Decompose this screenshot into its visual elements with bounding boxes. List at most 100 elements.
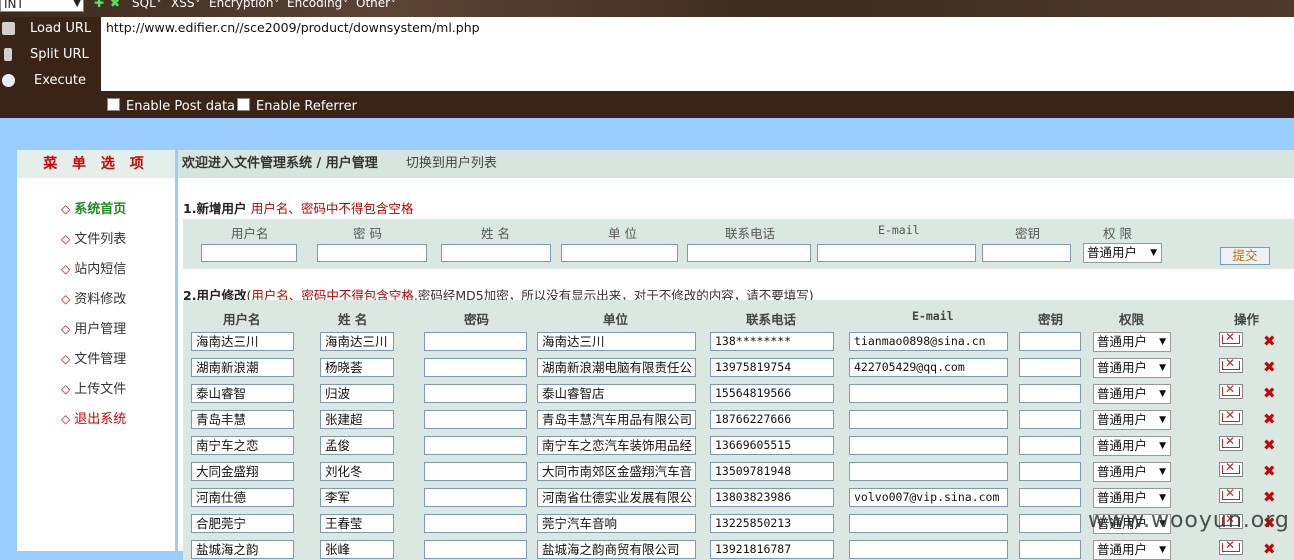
submit-button[interactable]: 提交 — [1220, 247, 1270, 265]
new-phone-input[interactable] — [687, 244, 811, 262]
email-field[interactable]: tianmao0898@sina.cn — [849, 332, 1008, 351]
key-field[interactable] — [1019, 332, 1081, 351]
new-unit-input[interactable] — [561, 244, 678, 262]
send-mail-icon[interactable] — [1219, 462, 1243, 477]
unit-field[interactable]: 莞宁汽车音响 — [537, 514, 696, 533]
delete-icon[interactable]: ✖ — [1263, 332, 1276, 350]
password-field[interactable] — [424, 514, 527, 533]
password-field[interactable] — [424, 462, 527, 481]
checkbox-box[interactable] — [107, 98, 120, 111]
role-select[interactable]: 普通用户 ▼ — [1093, 540, 1171, 560]
unit-field[interactable]: 盐城海之韵商贸有限公司 — [537, 540, 696, 559]
realname-field[interactable]: 孟俊 — [320, 436, 394, 455]
sidebar-item-file-list[interactable]: ◇ 文件列表 — [61, 228, 126, 247]
username-field[interactable]: 大同金盛翔 — [191, 462, 294, 481]
url-textarea[interactable]: http://www.edifier.cn//sce2009/product/d… — [101, 17, 1294, 91]
role-select[interactable]: 普通用户 ▼ — [1093, 488, 1171, 508]
role-select[interactable]: 普通用户 ▼ — [1093, 436, 1171, 456]
send-mail-icon[interactable] — [1219, 332, 1243, 347]
delete-icon[interactable]: ✖ — [1263, 384, 1276, 402]
new-password-input[interactable] — [317, 244, 427, 262]
encoding-type-select[interactable]: INT ▼ — [0, 0, 84, 12]
delete-icon[interactable]: ✖ — [1263, 540, 1276, 558]
phone-field[interactable]: 13669605515 — [710, 436, 834, 455]
enable-referrer-checkbox[interactable]: Enable Referrer — [237, 98, 357, 114]
phone-field[interactable]: 13975819754 — [710, 358, 834, 377]
unit-field[interactable]: 大同市南郊区金盛翔汽车音 — [537, 462, 696, 481]
username-field[interactable]: 泰山睿智 — [191, 384, 294, 403]
sidebar-item-file-manage[interactable]: ◇ 文件管理 — [61, 348, 126, 367]
key-field[interactable] — [1019, 436, 1081, 455]
email-field[interactable]: volvo007@vip.sina.com — [849, 488, 1008, 507]
role-select[interactable]: 普通用户 ▼ — [1093, 358, 1171, 378]
realname-field[interactable]: 刘化冬 — [320, 462, 394, 481]
send-mail-icon[interactable] — [1219, 410, 1243, 425]
phone-field[interactable]: 13921816787 — [710, 540, 834, 559]
split-url-button[interactable]: Split URL — [0, 44, 100, 68]
sidebar-item-users[interactable]: ◇ 用户管理 — [61, 318, 126, 337]
username-field[interactable]: 合肥莞宁 — [191, 514, 294, 533]
delete-icon[interactable]: ✖ — [1263, 488, 1276, 506]
email-field[interactable]: 422705429@qq.com — [849, 358, 1008, 377]
username-field[interactable]: 湖南新浪潮 — [191, 358, 294, 377]
password-field[interactable] — [424, 332, 527, 351]
phone-field[interactable]: 138******** — [710, 332, 834, 351]
unit-field[interactable]: 湖南新浪潮电脑有限责任公 — [537, 358, 696, 377]
email-field[interactable] — [849, 514, 1008, 533]
enable-post-checkbox[interactable]: Enable Post data — [107, 98, 235, 114]
new-role-select[interactable]: 普通用户 ▼ — [1083, 243, 1162, 263]
increase-icon[interactable]: ✚ — [94, 0, 104, 10]
menu-encryption[interactable]: Encryption˅ — [209, 0, 279, 10]
sidebar-item-messages[interactable]: ◇ 站内短信 — [61, 258, 126, 277]
key-field[interactable] — [1019, 540, 1081, 559]
delete-icon[interactable]: ✖ — [1263, 436, 1276, 454]
password-field[interactable] — [424, 436, 527, 455]
username-field[interactable]: 青岛丰慧 — [191, 410, 294, 429]
menu-other[interactable]: Other˅ — [356, 0, 396, 10]
key-field[interactable] — [1019, 514, 1081, 533]
new-key-input[interactable] — [982, 244, 1071, 262]
password-field[interactable] — [424, 540, 527, 559]
unit-field[interactable]: 泰山睿智店 — [537, 384, 696, 403]
email-field[interactable] — [849, 540, 1008, 559]
delete-icon[interactable]: ✖ — [1263, 410, 1276, 428]
username-field[interactable]: 盐城海之韵 — [191, 540, 294, 559]
menu-encoding[interactable]: Encoding˅ — [287, 0, 348, 10]
realname-field[interactable]: 海南达三川 — [320, 332, 394, 351]
realname-field[interactable]: 归波 — [320, 384, 394, 403]
sidebar-item-upload[interactable]: ◇ 上传文件 — [61, 378, 126, 397]
new-email-input[interactable] — [817, 244, 976, 262]
unit-field[interactable]: 河南省仕德实业发展有限公 — [537, 488, 696, 507]
unit-field[interactable]: 南宁车之恋汽车装饰用品经 — [537, 436, 696, 455]
realname-field[interactable]: 张建超 — [320, 410, 394, 429]
username-field[interactable]: 海南达三川 — [191, 332, 294, 351]
realname-field[interactable]: 杨晓荟 — [320, 358, 394, 377]
password-field[interactable] — [424, 488, 527, 507]
key-field[interactable] — [1019, 488, 1081, 507]
sidebar-item-home[interactable]: ◇ 系统首页 — [61, 198, 126, 217]
realname-field[interactable]: 王春莹 — [320, 514, 394, 533]
phone-field[interactable]: 13803823986 — [710, 488, 834, 507]
phone-field[interactable]: 13225850213 — [710, 514, 834, 533]
phone-field[interactable]: 15564819566 — [710, 384, 834, 403]
sidebar-item-profile[interactable]: ◇ 资料修改 — [61, 288, 126, 307]
email-field[interactable] — [849, 384, 1008, 403]
username-field[interactable]: 河南仕德 — [191, 488, 294, 507]
delete-icon[interactable]: ✖ — [1263, 358, 1276, 376]
key-field[interactable] — [1019, 410, 1081, 429]
unit-field[interactable]: 海南达三川 — [537, 332, 696, 351]
switch-user-list-link[interactable]: 切换到用户列表 — [406, 156, 497, 171]
password-field[interactable] — [424, 358, 527, 377]
phone-field[interactable]: 18766227666 — [710, 410, 834, 429]
realname-field[interactable]: 李军 — [320, 488, 394, 507]
phone-field[interactable]: 13509781948 — [710, 462, 834, 481]
key-field[interactable] — [1019, 462, 1081, 481]
password-field[interactable] — [424, 410, 527, 429]
menu-sql[interactable]: SQL˅ — [132, 0, 161, 10]
email-field[interactable] — [849, 462, 1008, 481]
send-mail-icon[interactable] — [1219, 436, 1243, 451]
sidebar-item-logout[interactable]: ◇ 退出系统 — [61, 408, 126, 427]
role-select[interactable]: 普通用户 ▼ — [1093, 410, 1171, 430]
checkbox-box[interactable] — [237, 98, 250, 111]
new-username-input[interactable] — [201, 244, 297, 262]
